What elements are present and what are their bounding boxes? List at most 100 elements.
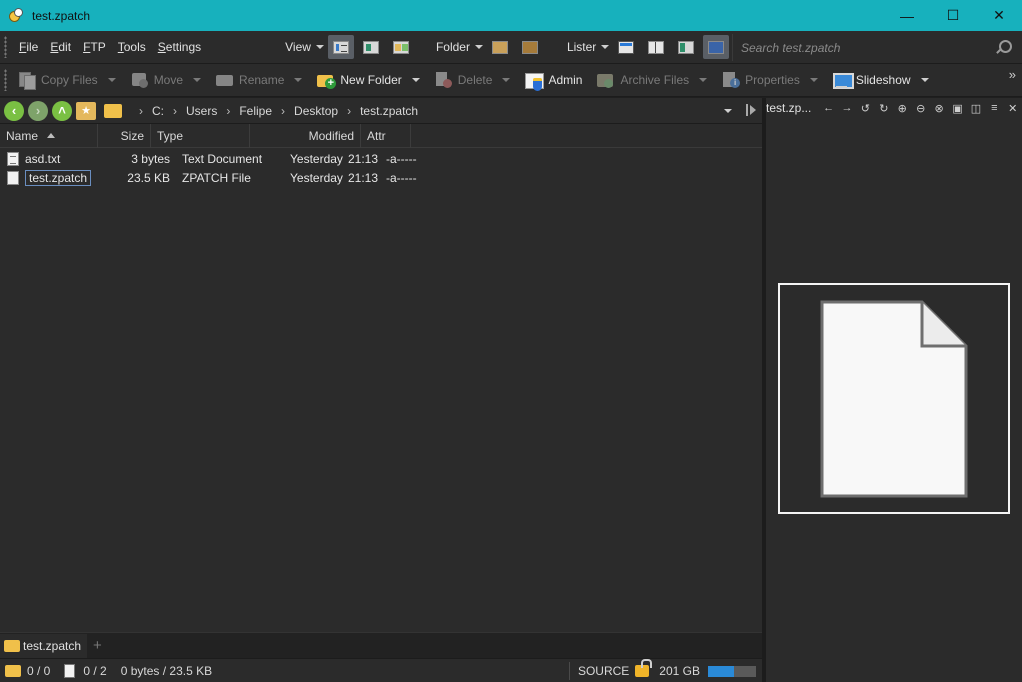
- arrow-right-icon: ›: [35, 103, 41, 118]
- view-power-button[interactable]: [358, 35, 384, 59]
- lister-dual-button[interactable]: [643, 35, 669, 59]
- folder-layout-button-1[interactable]: [487, 35, 513, 59]
- lister-tree-button[interactable]: [673, 35, 699, 59]
- previous-icon[interactable]: ←: [819, 100, 837, 116]
- toolbar-overflow-icon[interactable]: »: [1009, 67, 1016, 82]
- archive-files-button[interactable]: Archive Files: [592, 67, 711, 93]
- up-button[interactable]: ˄: [52, 100, 72, 121]
- chevron-down-icon[interactable]: [809, 78, 818, 82]
- folder-tree-icon: [678, 40, 695, 54]
- rename-button[interactable]: Rename: [211, 67, 306, 93]
- tab-test-zpatch[interactable]: test.zpatch: [0, 633, 88, 658]
- disk-usage-fill: [708, 665, 735, 677]
- breadcrumb-separator: ›: [347, 103, 352, 118]
- folder-group: Folder: [436, 35, 543, 59]
- menu-tools[interactable]: Tools: [112, 40, 152, 54]
- new-folder-button[interactable]: New Folder: [312, 67, 423, 93]
- close-viewer-icon[interactable]: ✕: [1004, 100, 1022, 116]
- chevron-down-icon[interactable]: [193, 78, 202, 82]
- close-button[interactable]: ✕: [976, 0, 1022, 31]
- breadcrumb-drive[interactable]: C:: [152, 104, 164, 118]
- column-size[interactable]: Size: [98, 123, 151, 148]
- arrow-left-icon: ‹: [11, 103, 17, 118]
- folder-layout-button-2[interactable]: [517, 35, 543, 59]
- column-attr[interactable]: Attr: [361, 123, 411, 148]
- delete-button[interactable]: Delete: [430, 67, 515, 93]
- file-row[interactable]: test.zpatch 23.5 KB ZPATCH File Yesterda…: [0, 168, 762, 187]
- chevron-down-icon: [601, 45, 610, 49]
- file-icon: [7, 170, 19, 185]
- back-button[interactable]: ‹: [4, 100, 24, 121]
- slideshow-button[interactable]: Slideshow: [828, 67, 933, 93]
- column-type[interactable]: Type: [151, 123, 250, 148]
- lock-icon[interactable]: [635, 659, 653, 677]
- file-type: ZPATCH File: [182, 170, 251, 185]
- file-modified-day: Yesterday: [290, 151, 343, 166]
- breadcrumb-desktop[interactable]: Desktop: [294, 104, 338, 118]
- zoom-reset-icon[interactable]: ⊗: [930, 100, 948, 116]
- rotate-left-icon[interactable]: ↺: [856, 100, 874, 116]
- menu-bar: File Edit FTP Tools Settings View Folder…: [0, 31, 1022, 64]
- file-attr: -a-----: [386, 151, 417, 166]
- fit-window-icon[interactable]: ▣: [948, 100, 966, 116]
- folder-layout-icon: [521, 40, 538, 54]
- app-icon: [8, 7, 24, 24]
- viewer-menu-icon[interactable]: ≡: [985, 100, 1003, 116]
- chevron-down-icon[interactable]: [294, 78, 303, 82]
- column-name[interactable]: Name: [0, 123, 98, 148]
- file-count: 0 / 2: [83, 663, 107, 678]
- view-details-button[interactable]: [327, 35, 354, 59]
- chevron-down-icon[interactable]: [411, 78, 420, 82]
- viewer-title: test.zp...: [766, 101, 812, 115]
- next-icon[interactable]: →: [838, 100, 856, 116]
- details-view-icon: [332, 40, 349, 54]
- lister-viewer-button[interactable]: [703, 35, 730, 59]
- folder-dropdown[interactable]: Folder: [436, 40, 483, 54]
- breadcrumb-current[interactable]: test.zpatch: [360, 104, 418, 118]
- menu-ftp[interactable]: FTP: [77, 40, 112, 54]
- folder-icon: [4, 639, 20, 652]
- move-button[interactable]: Move: [126, 67, 205, 93]
- menu-settings[interactable]: Settings: [152, 40, 207, 54]
- delete-icon: [434, 71, 454, 89]
- status-right: SOURCE 201 GB: [561, 659, 756, 682]
- toolbar-grip[interactable]: [4, 69, 7, 91]
- properties-button[interactable]: Properties: [717, 67, 822, 93]
- search-input[interactable]: [741, 40, 994, 55]
- forward-button[interactable]: ›: [28, 100, 48, 121]
- menu-edit[interactable]: Edit: [44, 40, 77, 54]
- chevron-down-icon[interactable]: [699, 78, 708, 82]
- admin-button[interactable]: Admin: [520, 67, 586, 93]
- add-tab-button[interactable]: +: [93, 637, 102, 654]
- favorites-star-icon[interactable]: ★: [76, 101, 96, 120]
- breadcrumb-separator: ›: [173, 103, 177, 118]
- chevron-down-icon[interactable]: [920, 78, 929, 82]
- view-dropdown[interactable]: View: [285, 40, 324, 54]
- view-thumbnails-button[interactable]: [388, 35, 414, 59]
- lister-dropdown[interactable]: Lister: [567, 40, 610, 54]
- zoom-in-icon[interactable]: ⊕: [893, 100, 911, 116]
- lister-single-button[interactable]: [613, 35, 639, 59]
- column-modified[interactable]: Modified: [250, 123, 361, 148]
- viewer-pane: test.zp... ← → ↺ ↻ ⊕ ⊖ ⊗ ▣ ◫ ≡ ✕: [766, 98, 1022, 682]
- copy-files-button[interactable]: Copy Files: [13, 67, 120, 93]
- breadcrumb-felipe[interactable]: Felipe: [239, 104, 272, 118]
- chevron-down-icon[interactable]: [502, 78, 511, 82]
- rotate-right-icon[interactable]: ↻: [875, 100, 893, 116]
- zoom-out-icon[interactable]: ⊖: [911, 100, 929, 116]
- history-dropdown-icon[interactable]: [724, 109, 732, 113]
- search-icon[interactable]: [994, 39, 1012, 57]
- chevron-down-icon[interactable]: [107, 78, 116, 82]
- toolbar-grip[interactable]: [4, 36, 7, 58]
- minimize-button[interactable]: —: [884, 0, 930, 31]
- fullscreen-icon[interactable]: ◫: [967, 100, 985, 116]
- generic-document-icon: [820, 300, 968, 498]
- path-go-icon[interactable]: [746, 104, 756, 116]
- menu-file[interactable]: File: [13, 40, 44, 54]
- file-size: 23.5 KB: [127, 170, 170, 185]
- dual-pane-icon: [648, 40, 665, 54]
- breadcrumb-users[interactable]: Users: [186, 104, 217, 118]
- file-row[interactable]: asd.txt 3 bytes Text Document Yesterday …: [0, 149, 762, 168]
- maximize-button[interactable]: ☐: [930, 0, 976, 31]
- size-summary: 0 bytes / 23.5 KB: [120, 663, 213, 678]
